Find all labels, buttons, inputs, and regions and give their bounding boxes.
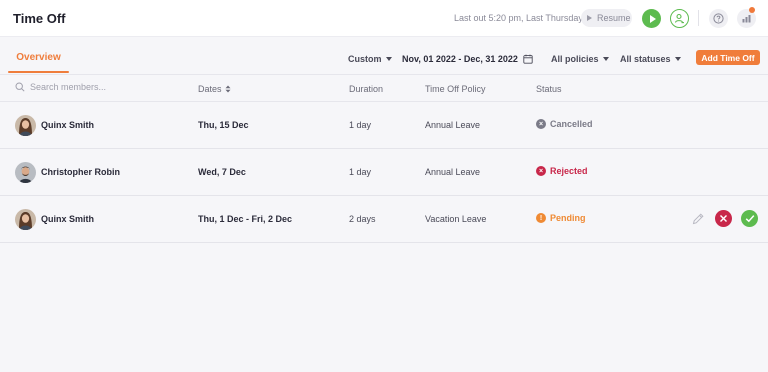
search-icon bbox=[15, 82, 25, 92]
range-type-dropdown[interactable]: Custom bbox=[348, 54, 392, 64]
member-name[interactable]: Quinx Smith bbox=[41, 120, 94, 130]
policy-cell: Annual Leave bbox=[425, 120, 481, 130]
rejected-icon: × bbox=[536, 166, 546, 176]
filter-toolbar: Overview Custom Nov, 01 2022 - Dec, 31 2… bbox=[0, 37, 768, 74]
date-range-label: Nov, 01 2022 - Dec, 31 2022 bbox=[402, 54, 518, 64]
page-title: Time Off bbox=[13, 11, 66, 26]
play-icon bbox=[649, 14, 656, 23]
close-icon bbox=[720, 215, 727, 222]
chart-icon bbox=[742, 15, 751, 23]
column-policy: Time Off Policy bbox=[425, 84, 486, 94]
search-box[interactable]: Search members... bbox=[15, 82, 106, 92]
table-row[interactable]: Quinx Smith Thu, 1 Dec - Fri, 2 Dec 2 da… bbox=[0, 196, 768, 243]
status-badge: × Rejected bbox=[536, 166, 588, 176]
last-out-text: Last out 5:20 pm, Last Thursday bbox=[454, 13, 583, 23]
statuses-label: All statuses bbox=[620, 54, 671, 64]
help-icon bbox=[713, 13, 724, 24]
statuses-dropdown[interactable]: All statuses bbox=[620, 54, 681, 64]
sort-icon bbox=[225, 85, 231, 93]
range-type-label: Custom bbox=[348, 54, 382, 64]
avatar bbox=[15, 209, 36, 230]
status-label: Rejected bbox=[550, 166, 588, 176]
resume-button[interactable]: Resume bbox=[581, 9, 632, 27]
chevron-down-icon bbox=[385, 57, 392, 61]
policy-cell: Vacation Leave bbox=[425, 214, 487, 224]
status-badge: ! Pending bbox=[536, 213, 586, 223]
table-header: Search members... Dates Duration Time Of… bbox=[0, 74, 768, 102]
column-dates[interactable]: Dates bbox=[198, 84, 231, 94]
column-status: Status bbox=[536, 84, 562, 94]
member-name[interactable]: Christopher Robin bbox=[41, 167, 120, 177]
dates-cell: Thu, 1 Dec - Fri, 2 Dec bbox=[198, 214, 293, 224]
column-duration: Duration bbox=[349, 84, 384, 94]
top-bar: Time Off Last out 5:20 pm, Last Thursday… bbox=[0, 0, 768, 37]
approve-button[interactable] bbox=[741, 210, 758, 227]
cancelled-icon: × bbox=[536, 119, 546, 129]
notification-dot bbox=[749, 7, 755, 13]
reject-button[interactable] bbox=[715, 210, 732, 227]
tab-overview[interactable]: Overview bbox=[8, 52, 69, 73]
table-row[interactable]: Quinx Smith Thu, 15 Dec 1 day Annual Lea… bbox=[0, 102, 768, 149]
resume-label: Resume bbox=[597, 13, 631, 23]
status-label: Cancelled bbox=[550, 119, 593, 129]
duration-cell: 1 day bbox=[349, 120, 372, 130]
avatar bbox=[15, 115, 36, 136]
chevron-down-icon bbox=[674, 57, 681, 61]
policies-label: All policies bbox=[551, 54, 599, 64]
user-icon bbox=[674, 13, 684, 24]
help-button[interactable] bbox=[709, 9, 728, 28]
chevron-down-icon bbox=[602, 57, 609, 61]
status-label: Pending bbox=[550, 213, 586, 223]
avatar bbox=[15, 162, 36, 183]
play-small-icon bbox=[587, 15, 592, 21]
dates-cell: Wed, 7 Dec bbox=[198, 167, 246, 177]
policy-cell: Annual Leave bbox=[425, 167, 481, 177]
add-time-off-button[interactable]: Add Time Off bbox=[696, 50, 760, 65]
duration-cell: 1 day bbox=[349, 167, 372, 177]
duration-cell: 2 days bbox=[349, 214, 376, 224]
policies-dropdown[interactable]: All policies bbox=[551, 54, 609, 64]
member-name[interactable]: Quinx Smith bbox=[41, 214, 94, 224]
check-icon bbox=[745, 215, 754, 223]
date-range-picker[interactable]: Nov, 01 2022 - Dec, 31 2022 bbox=[402, 54, 533, 64]
pending-icon: ! bbox=[536, 213, 546, 223]
calendar-icon bbox=[523, 54, 533, 64]
search-input[interactable]: Search members... bbox=[30, 82, 106, 92]
pencil-icon bbox=[692, 212, 704, 224]
divider bbox=[698, 10, 699, 26]
column-dates-label: Dates bbox=[198, 84, 222, 94]
dates-cell: Thu, 15 Dec bbox=[198, 120, 249, 130]
start-timer-button[interactable] bbox=[642, 9, 661, 28]
user-status-button[interactable] bbox=[670, 9, 689, 28]
status-badge: × Cancelled bbox=[536, 119, 593, 129]
edit-button[interactable] bbox=[689, 210, 706, 227]
table-row[interactable]: Christopher Robin Wed, 7 Dec 1 day Annua… bbox=[0, 149, 768, 196]
active-tab-indicator bbox=[8, 71, 69, 73]
